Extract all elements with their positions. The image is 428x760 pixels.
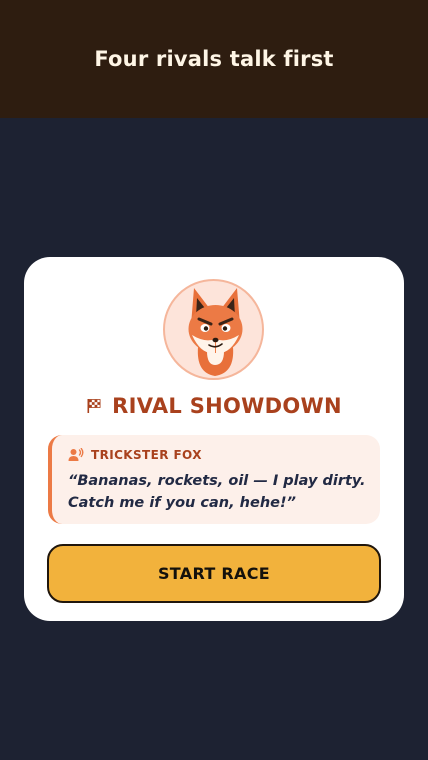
- top-banner: Four rivals talk first: [0, 0, 428, 118]
- quote-line: “Bananas, rockets, oil — I play dirty.: [68, 473, 366, 489]
- start-race-button[interactable]: START RACE: [47, 544, 381, 603]
- checkered-flag-icon: [87, 399, 101, 413]
- fox-icon: [188, 288, 243, 376]
- rival-quote: “Bananas, rockets, oil — I play dirty. C…: [68, 470, 368, 514]
- page-title: Four rivals talk first: [94, 47, 334, 71]
- dialog-title-row: RIVAL SHOWDOWN: [24, 391, 404, 421]
- speaking-person-icon: [68, 448, 84, 461]
- quote-line: Catch me if you can, hehe!”: [68, 495, 296, 511]
- rival-avatar: [163, 279, 264, 380]
- rival-dialog-card: RIVAL SHOWDOWN TRICKSTER FOX “Bananas, r…: [24, 257, 404, 621]
- speaker-name: TRICKSTER FOX: [91, 448, 202, 462]
- rival-speech-bubble: TRICKSTER FOX “Bananas, rockets, oil — I…: [48, 435, 380, 524]
- speaker-row: TRICKSTER FOX: [68, 447, 202, 463]
- start-race-label: START RACE: [157, 564, 271, 583]
- dialog-title: RIVAL SHOWDOWN: [112, 394, 342, 418]
